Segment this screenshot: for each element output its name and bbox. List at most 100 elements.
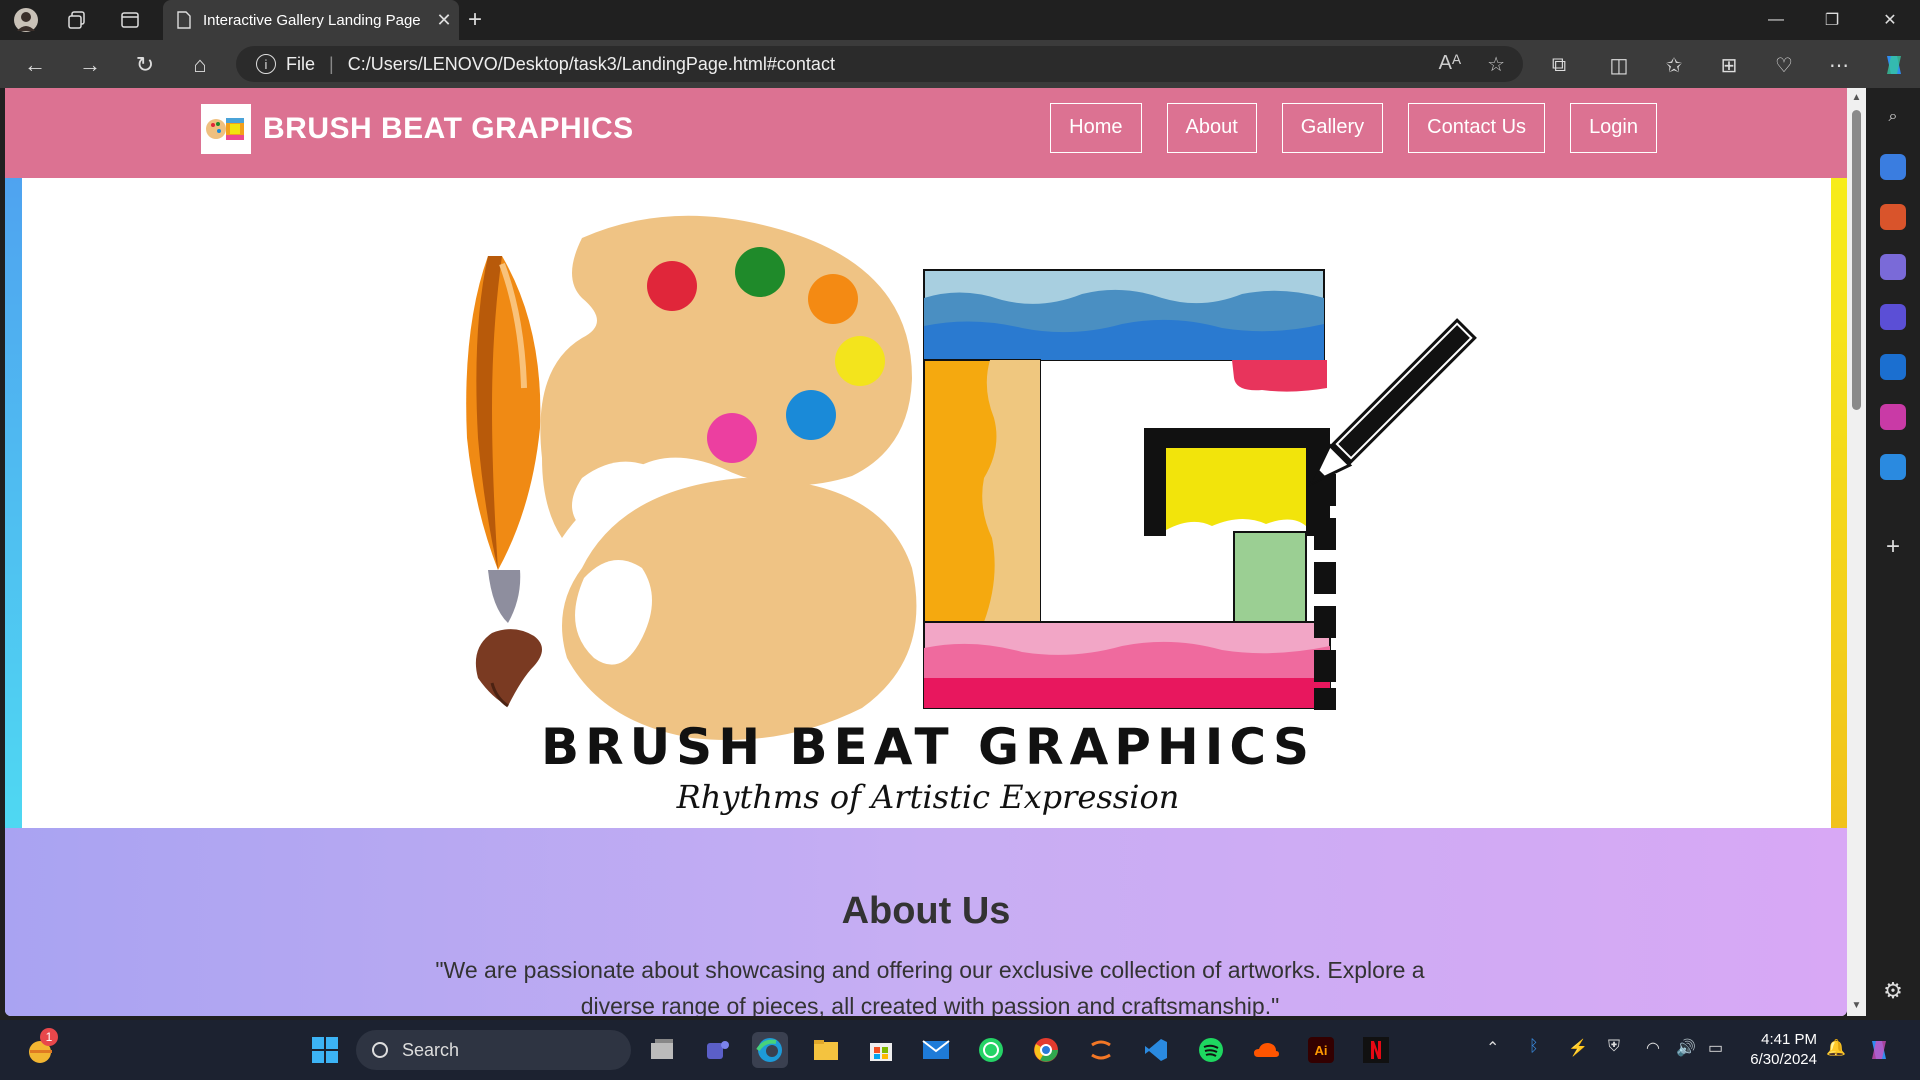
address-separator: | [329, 53, 334, 74]
bluetooth-icon[interactable]: ᛒ [1529, 1038, 1539, 1056]
active-tab[interactable]: Interactive Gallery Landing Page ✕ [163, 0, 459, 40]
wifi-icon[interactable]: ◠ [1646, 1038, 1660, 1058]
scroll-up-icon[interactable]: ▲ [1850, 92, 1863, 103]
refresh-icon[interactable]: ↻ [130, 50, 160, 80]
paintbrush-icon [466, 256, 542, 708]
volume-icon[interactable]: 🔊 [1676, 1038, 1696, 1058]
browser-toolbar: ← → ↻ ⌂ i File | C:/Users/LENOVO/Desktop… [0, 40, 1920, 88]
home-icon[interactable]: ⌂ [185, 50, 215, 80]
read-aloud-icon[interactable]: Aᴬ [1439, 52, 1461, 77]
about-section: About Us "We are passionate about showca… [5, 828, 1847, 1016]
logo-wordmark: BRUSH BEAT GRAPHICS [541, 718, 1315, 776]
vscode-icon[interactable] [1138, 1032, 1174, 1068]
clock-time: 4:41 PM [1761, 1031, 1817, 1048]
about-heading: About Us [841, 890, 1011, 932]
power-mode-icon[interactable]: ⚡ [1568, 1038, 1588, 1058]
site-info-icon[interactable]: i [256, 54, 276, 74]
extensions-icon[interactable]: ⧉ [1544, 50, 1574, 80]
sidebar-games-icon[interactable] [1880, 254, 1906, 280]
site-brand-name[interactable]: BRUSH BEAT GRAPHICS [263, 112, 634, 146]
sidebar-add-icon[interactable]: + [1880, 533, 1906, 560]
back-icon[interactable]: ← [20, 50, 50, 80]
palette-icon [540, 215, 917, 740]
sidebar-office-icon[interactable] [1880, 304, 1906, 330]
whatsapp-icon[interactable] [973, 1032, 1009, 1068]
chrome-icon[interactable] [1028, 1032, 1064, 1068]
scroll-down-icon[interactable]: ▼ [1850, 1000, 1863, 1011]
soundcloud-icon[interactable] [1248, 1032, 1284, 1068]
sidebar-designer-icon[interactable] [1880, 404, 1906, 430]
restore-icon[interactable]: ❐ [1804, 0, 1860, 40]
scrollbar-thumb[interactable] [1852, 110, 1861, 410]
sidebar-shopping-icon[interactable] [1880, 154, 1906, 180]
page-scrollbar[interactable]: ▲ ▼ [1847, 88, 1866, 1016]
spotify-icon[interactable] [1193, 1032, 1229, 1068]
page-icon [177, 11, 191, 29]
copilot-taskbar-icon[interactable] [1862, 1032, 1898, 1068]
jupyter-icon[interactable] [1083, 1032, 1119, 1068]
edge-sidebar: ⌕ + ⚙ [1866, 88, 1920, 1016]
settings-more-icon[interactable]: ⋯ [1824, 50, 1854, 80]
task-view-icon[interactable] [644, 1032, 680, 1068]
scheme-label: File [286, 53, 316, 74]
browser-essentials-icon[interactable]: ♡ [1769, 50, 1799, 80]
nav-login-link[interactable]: Login [1570, 103, 1657, 153]
search-icon [372, 1042, 388, 1058]
show-hidden-icons[interactable]: ⌃ [1486, 1038, 1499, 1058]
system-clock[interactable]: 4:41 PM 6/30/2024 [1745, 1030, 1817, 1070]
edge-taskbar-icon[interactable] [752, 1032, 788, 1068]
pencil-icon [1308, 318, 1477, 487]
weather-badge: 1 [40, 1028, 58, 1046]
site-header: BRUSH BEAT GRAPHICS Home About Gallery C… [5, 88, 1847, 178]
url-text[interactable]: C:/Users/LENOVO/Desktop/task3/LandingPag… [348, 54, 835, 75]
site-logo-thumbnail[interactable] [201, 104, 251, 154]
battery-icon[interactable]: ▭ [1708, 1038, 1723, 1058]
sidebar-tools-icon[interactable] [1880, 204, 1906, 230]
tab-actions-icon[interactable] [116, 6, 144, 34]
address-bar[interactable]: i File | C:/Users/LENOVO/Desktop/task3/L… [236, 46, 1523, 82]
hero-right-accent [1831, 178, 1847, 828]
teams-icon[interactable] [699, 1032, 735, 1068]
split-screen-icon[interactable]: ◫ [1604, 50, 1634, 80]
mail-icon[interactable] [918, 1032, 954, 1068]
nav-home-link[interactable]: Home [1050, 103, 1142, 153]
profile-avatar[interactable] [12, 6, 40, 34]
new-tab-icon[interactable]: + [468, 6, 482, 34]
copilot-icon[interactable] [1879, 50, 1909, 80]
clock-date: 6/30/2024 [1750, 1051, 1817, 1068]
taskbar-search[interactable]: Search [356, 1030, 631, 1070]
file-explorer-icon[interactable] [808, 1032, 844, 1068]
start-icon[interactable] [307, 1032, 343, 1068]
nav-gallery-link[interactable]: Gallery [1281, 103, 1384, 153]
sidebar-search-icon[interactable]: ⌕ [1880, 104, 1906, 130]
forward-icon[interactable]: → [75, 50, 105, 80]
tab-title: Interactive Gallery Landing Page [203, 11, 421, 29]
illustrator-icon[interactable]: Ai [1303, 1032, 1339, 1068]
favorites-icon[interactable]: ✩ [1659, 50, 1689, 80]
store-icon[interactable] [863, 1032, 899, 1068]
notifications-icon[interactable]: 🔔 [1826, 1038, 1846, 1058]
sidebar-outlook-icon[interactable] [1880, 354, 1906, 380]
sidebar-send-icon[interactable] [1880, 454, 1906, 480]
nav-about-link[interactable]: About [1166, 103, 1257, 153]
favorite-star-icon[interactable]: ☆ [1487, 52, 1505, 77]
security-icon[interactable]: ⛨ [1608, 1038, 1620, 1056]
netflix-icon[interactable] [1358, 1032, 1394, 1068]
nav-contact-link[interactable]: Contact Us [1408, 103, 1546, 153]
taskbar-search-label: Search [402, 1039, 460, 1060]
brand-logo-illustration: BRUSH BEAT GRAPHICS Rhythms of Artistic … [466, 215, 1477, 816]
windows-taskbar: 1 Search Ai ⌃ ᛒ ⚡ ⛨ ◠ 🔊 ▭ 4:41 PM 6/30/2… [0, 1020, 1920, 1080]
svg-text:Ai: Ai [1315, 1043, 1328, 1058]
browser-tab-bar: Interactive Gallery Landing Page ✕ + — ❐… [0, 0, 1920, 40]
close-tab-icon[interactable]: ✕ [429, 10, 459, 31]
hero-section: BRUSH BEAT GRAPHICS Rhythms of Artistic … [5, 178, 1847, 828]
workspaces-icon[interactable] [63, 6, 91, 34]
minimize-icon[interactable]: — [1748, 0, 1804, 40]
collections-icon[interactable]: ⊞ [1714, 50, 1744, 80]
close-window-icon[interactable]: ✕ [1862, 0, 1918, 40]
site-nav: Home About Gallery Contact Us Login [1050, 103, 1657, 153]
about-text: "We are passionate about showcasing and … [435, 957, 1425, 1016]
sidebar-settings-icon[interactable]: ⚙ [1880, 978, 1906, 1004]
g-letter-artwork [923, 269, 1336, 710]
web-page-viewport: BRUSH BEAT GRAPHICS Home About Gallery C… [5, 88, 1847, 1016]
